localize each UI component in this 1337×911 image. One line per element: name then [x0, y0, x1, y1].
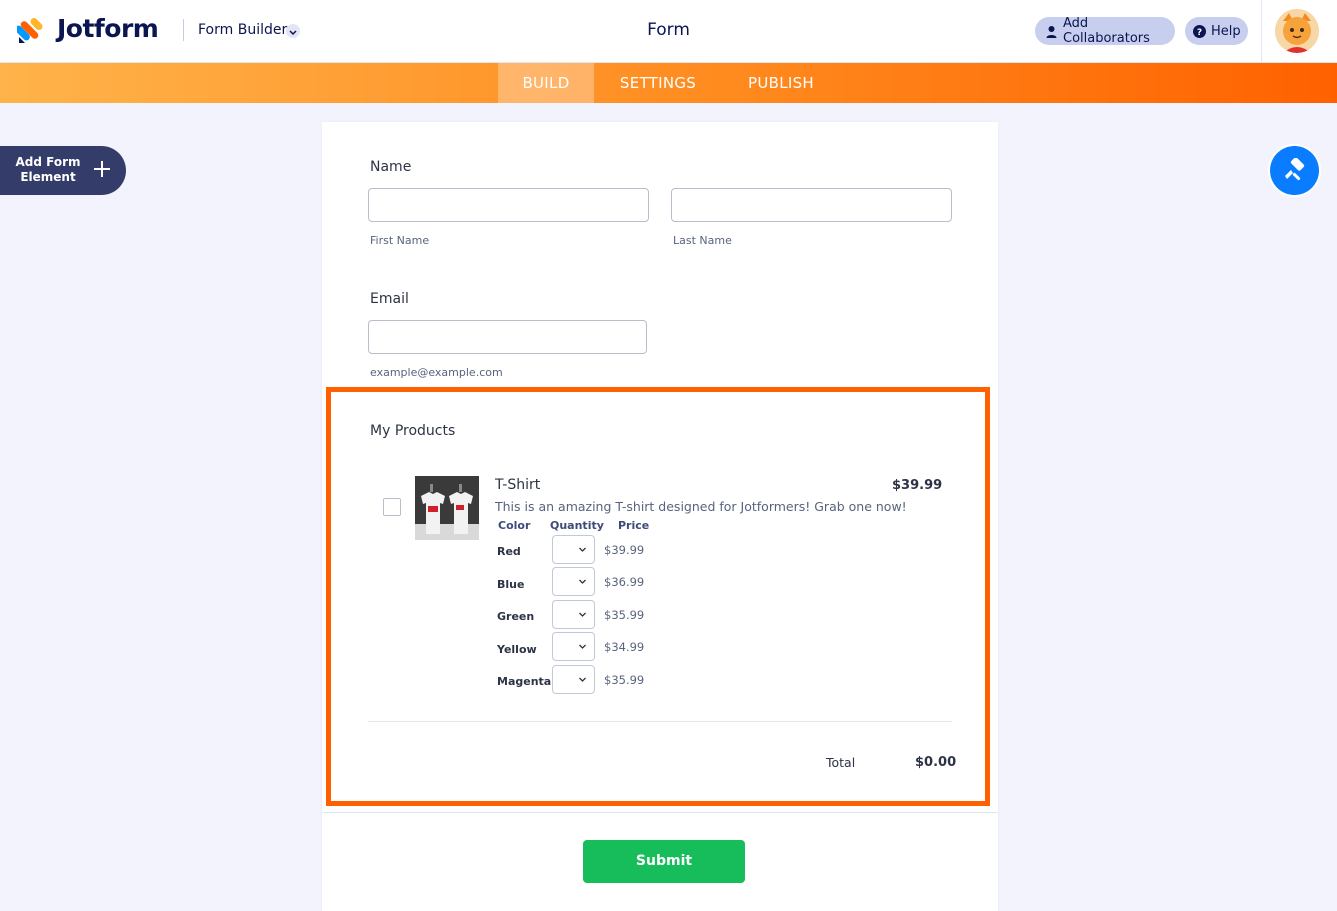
product-price: $39.99 — [892, 478, 943, 493]
submit-button[interactable]: Submit — [583, 840, 745, 883]
tab-build[interactable]: BUILD — [498, 63, 594, 103]
email-label: Email — [370, 291, 409, 307]
products-divider — [368, 721, 952, 722]
quantity-select[interactable] — [552, 600, 595, 629]
builder-nav: BUILD SETTINGS PUBLISH — [0, 63, 1337, 103]
products-label: My Products — [370, 423, 456, 439]
option-price: $35.99 — [604, 608, 645, 622]
question-icon: ? — [1193, 24, 1206, 38]
top-header: Jotform Form Builder Form Add Collaborat… — [0, 0, 1337, 63]
product-title: T-Shirt — [495, 477, 541, 493]
product-checkbox[interactable] — [383, 498, 401, 516]
total-label: Total — [826, 755, 856, 770]
option-price: $36.99 — [604, 575, 645, 589]
user-icon — [1045, 25, 1058, 38]
help-button[interactable]: ? Help — [1185, 17, 1248, 45]
add-collaborators-button[interactable]: Add Collaborators — [1035, 16, 1175, 46]
chevron-down-icon — [579, 677, 586, 682]
name-label: Name — [370, 159, 412, 175]
column-header-color: Color — [498, 519, 531, 532]
option-color-label: Magenta — [497, 675, 552, 688]
quantity-select[interactable] — [552, 535, 595, 564]
option-color-label: Yellow — [497, 643, 537, 656]
option-price: $34.99 — [604, 640, 645, 654]
header-divider — [1261, 0, 1262, 63]
last-name-input[interactable] — [671, 188, 952, 222]
column-header-price: Price — [618, 519, 650, 532]
quantity-select[interactable] — [552, 665, 595, 694]
column-header-quantity: Quantity — [550, 519, 604, 532]
tshirt-image — [415, 476, 479, 540]
add-form-element-label: Add Form Element — [15, 155, 81, 184]
chevron-down-icon — [579, 547, 586, 552]
chevron-down-icon — [579, 644, 586, 649]
add-form-element-button[interactable]: Add Form Element — [0, 146, 126, 195]
total-value: $0.00 — [915, 755, 957, 770]
products-field-selected[interactable] — [326, 387, 990, 806]
quantity-select[interactable] — [552, 567, 595, 596]
first-name-input[interactable] — [368, 188, 649, 222]
user-avatar[interactable] — [1275, 9, 1319, 53]
tab-publish[interactable]: PUBLISH — [730, 63, 832, 103]
option-price: $35.99 — [604, 673, 645, 687]
quantity-select[interactable] — [552, 632, 595, 661]
form-card: Name First Name Last Name Email example@… — [322, 122, 998, 911]
help-label: Help — [1211, 23, 1241, 39]
email-input[interactable] — [368, 320, 647, 354]
option-color-label: Green — [497, 610, 535, 623]
svg-text:?: ? — [1197, 28, 1202, 38]
tab-settings[interactable]: SETTINGS — [604, 63, 712, 103]
add-collaborators-label: Add Collaborators — [1063, 16, 1150, 46]
chevron-down-icon — [579, 579, 586, 584]
chevron-down-icon — [579, 612, 586, 617]
form-designer-button[interactable] — [1270, 146, 1319, 195]
email-sublabel: example@example.com — [370, 366, 503, 379]
option-price: $39.99 — [604, 543, 645, 557]
last-name-sublabel: Last Name — [673, 234, 732, 247]
product-description: This is an amazing T-shirt designed for … — [495, 499, 907, 514]
plus-icon — [92, 159, 112, 179]
option-color-label: Red — [497, 545, 521, 558]
first-name-sublabel: First Name — [370, 234, 430, 247]
submit-divider — [322, 812, 998, 813]
option-color-label: Blue — [497, 578, 525, 591]
